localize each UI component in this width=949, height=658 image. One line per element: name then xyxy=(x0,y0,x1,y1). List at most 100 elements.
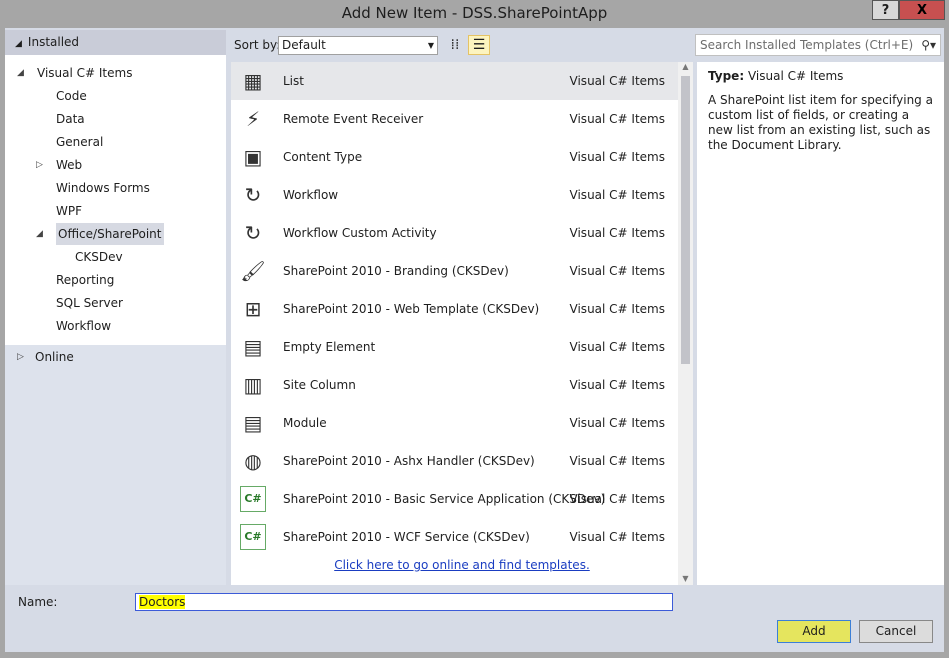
template-category: Visual C# Items xyxy=(569,74,665,88)
installed-header[interactable]: ◢ Installed xyxy=(5,30,226,55)
csharp-service-icon: C# xyxy=(240,486,266,512)
name-value: Doctors xyxy=(139,595,186,609)
help-button[interactable]: ? xyxy=(872,0,899,20)
template-category: Visual C# Items xyxy=(569,530,665,544)
collapsed-triangle-icon[interactable]: ▷ xyxy=(36,160,43,170)
template-item[interactable]: ⊞ SharePoint 2010 - Web Template (CKSDev)… xyxy=(231,290,678,328)
tree-item-label: Workflow xyxy=(56,319,112,333)
template-name: Module xyxy=(283,416,327,430)
template-item[interactable]: ⚡ Remote Event Receiver Visual C# Items xyxy=(231,100,678,138)
tree-item[interactable]: Workflow xyxy=(56,315,111,337)
template-category: Visual C# Items xyxy=(569,112,665,126)
web-template-icon: ⊞ xyxy=(244,297,262,321)
tree-item-label: Code xyxy=(56,89,87,103)
tree-item-label: SQL Server xyxy=(56,296,123,310)
workflow-icon: ↻ xyxy=(244,183,262,207)
paintbrush-icon: 🖌 xyxy=(240,259,266,283)
template-name: List xyxy=(283,74,304,88)
tree-item-label: Reporting xyxy=(56,273,115,287)
online-label: Online xyxy=(35,350,74,364)
tree-item[interactable]: Office/SharePoint xyxy=(56,223,164,245)
tree-item-label: WPF xyxy=(56,204,83,218)
template-item[interactable]: C# SharePoint 2010 - WCF Service (CKSDev)… xyxy=(231,518,678,556)
tree-item[interactable]: Visual C# Items xyxy=(37,62,132,84)
template-item[interactable]: ▣ Content Type Visual C# Items xyxy=(231,138,678,176)
template-item[interactable]: ▤ Empty Element Visual C# Items xyxy=(231,328,678,366)
template-name: SharePoint 2010 - Basic Service Applicat… xyxy=(283,492,606,506)
add-button[interactable]: Add xyxy=(777,620,851,643)
tree-item-label: Visual C# Items xyxy=(37,66,133,80)
small-icons-view-button[interactable]: ⁞⁞ xyxy=(445,35,465,55)
close-button[interactable]: X xyxy=(899,0,945,20)
tree-item[interactable]: WPF xyxy=(56,200,82,222)
tree-item[interactable]: SQL Server xyxy=(56,292,123,314)
tree-item-label: Windows Forms xyxy=(56,181,150,195)
template-name: SharePoint 2010 - WCF Service (CKSDev) xyxy=(283,530,530,544)
template-item[interactable]: ▥ Site Column Visual C# Items xyxy=(231,366,678,404)
cancel-button[interactable]: Cancel xyxy=(859,620,933,643)
module-icon: ▤ xyxy=(243,411,263,435)
details-pane: Type: Visual C# Items A SharePoint list … xyxy=(697,62,944,585)
empty-element-icon: ▤ xyxy=(243,335,263,359)
online-templates-link[interactable]: Click here to go online and find templat… xyxy=(231,558,693,572)
template-name: SharePoint 2010 - Branding (CKSDev) xyxy=(283,264,509,278)
window-title: Add New Item - DSS.SharePointApp xyxy=(341,4,608,22)
tree-item-label: Web xyxy=(56,158,83,172)
template-name: Remote Event Receiver xyxy=(283,112,424,126)
workflow-activity-icon: ↻ xyxy=(244,221,262,245)
tree-item[interactable]: Web xyxy=(56,154,82,176)
template-item[interactable]: 🖌 SharePoint 2010 - Branding (CKSDev) Visu… xyxy=(231,252,678,290)
tree-item[interactable]: General xyxy=(56,131,103,153)
type-label: Type: xyxy=(708,69,745,83)
template-category: Visual C# Items xyxy=(569,150,665,164)
template-category: Visual C# Items xyxy=(569,492,665,506)
template-list: ▦ List Visual C# Items ⚡ Remote Event Receiv… xyxy=(231,62,693,585)
template-name: Workflow xyxy=(283,188,339,202)
scrollbar-thumb[interactable] xyxy=(681,76,690,364)
tree-item-label: Office/SharePoint xyxy=(58,227,162,241)
installed-label: Installed xyxy=(27,35,80,49)
template-category: Visual C# Items xyxy=(569,340,665,354)
template-category: Visual C# Items xyxy=(569,454,665,468)
sort-select[interactable]: Default ▼ xyxy=(278,36,438,55)
name-label: Name: xyxy=(18,595,58,609)
tree-item[interactable]: Windows Forms xyxy=(56,177,150,199)
online-header[interactable]: ▷ Online xyxy=(5,345,226,370)
template-category: Visual C# Items xyxy=(569,302,665,316)
template-name: SharePoint 2010 - Web Template (CKSDev) xyxy=(283,302,540,316)
tree-item[interactable]: CKSDev xyxy=(75,246,123,268)
template-category: Visual C# Items xyxy=(569,264,665,278)
csharp-wcf-icon: C# xyxy=(240,524,266,550)
template-category: Visual C# Items xyxy=(569,416,665,430)
type-value: Visual C# Items xyxy=(747,69,844,83)
template-category: Visual C# Items xyxy=(569,188,665,202)
template-item[interactable]: ↻ Workflow Custom Activity Visual C# Items xyxy=(231,214,678,252)
template-name: Workflow Custom Activity xyxy=(283,226,437,240)
search-placeholder: Search Installed Templates (Ctrl+E) xyxy=(700,38,914,52)
expanded-triangle-icon: ◢ xyxy=(15,39,22,49)
content-type-icon: ▣ xyxy=(243,145,263,169)
collapsed-triangle-icon: ▷ xyxy=(17,352,24,362)
tree-item-label: Data xyxy=(56,112,85,126)
tree-item[interactable]: Data xyxy=(56,108,85,130)
expanded-triangle-icon[interactable]: ◢ xyxy=(36,229,43,239)
tree-item-label: General xyxy=(56,135,104,149)
template-name: Site Column xyxy=(283,378,356,392)
template-item[interactable]: ◍ SharePoint 2010 - Ashx Handler (CKSDev)… xyxy=(231,442,678,480)
list-view-button[interactable]: ☰ xyxy=(468,35,490,55)
dropdown-arrow-icon: ▼ xyxy=(427,41,434,50)
tree-item[interactable]: Code xyxy=(56,85,87,107)
search-input[interactable]: Search Installed Templates (Ctrl+E) ⚲▾ xyxy=(695,34,941,56)
template-item[interactable]: ▤ Module Visual C# Items xyxy=(231,404,678,442)
site-column-icon: ▥ xyxy=(243,373,263,397)
ashx-handler-icon: ◍ xyxy=(244,449,262,473)
tree-item[interactable]: Reporting xyxy=(56,269,114,291)
name-input[interactable]: Doctors xyxy=(135,593,673,611)
template-item[interactable]: ▦ List Visual C# Items xyxy=(231,62,678,100)
expanded-triangle-icon[interactable]: ◢ xyxy=(17,68,24,78)
item-description: A SharePoint list item for specifying a … xyxy=(708,93,933,152)
template-category: Visual C# Items xyxy=(569,226,665,240)
template-item[interactable]: C# SharePoint 2010 - Basic Service Applic… xyxy=(231,480,678,518)
template-tree: Visual C# Items ◢ Code Data General Web ▷ Windo… xyxy=(5,55,226,345)
template-item[interactable]: ↻ Workflow Visual C# Items xyxy=(231,176,678,214)
